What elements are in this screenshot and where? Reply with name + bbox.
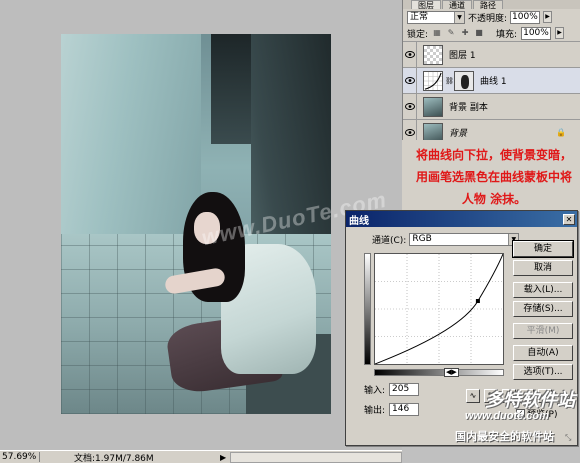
curve-control-point xyxy=(475,299,480,304)
opacity-input[interactable]: 100% xyxy=(510,10,541,24)
output-row: 输出: 146 xyxy=(364,403,420,416)
logo-main-text: 多特软件站 xyxy=(485,390,575,410)
logo-tagline: 国内最安全的软件站 xyxy=(455,430,554,443)
layer-thumbnail xyxy=(423,44,443,65)
instruction-note: 将曲线向下拉，使背景变暗，用画笔选黑色在曲线蒙板中将人物 涂抹。 xyxy=(402,140,580,212)
input-gradient-bar xyxy=(374,369,504,376)
lock-row: 锁定: ▦ ✎ ✚ ■ 填充: 100% ▶ xyxy=(403,25,580,42)
tab-paths[interactable]: 路径 xyxy=(473,0,503,9)
lock-transparent-icon[interactable]: ▦ xyxy=(432,28,442,38)
output-label: 输出: xyxy=(364,406,386,416)
curve-graph-area: ◀▶ xyxy=(364,253,509,378)
input-row: 输入: 205 xyxy=(364,383,420,396)
output-gradient-bar xyxy=(364,253,371,365)
tab-layers[interactable]: 图层 xyxy=(411,0,441,9)
logo-url: www.duote.com xyxy=(465,410,549,422)
layer-row-layer1[interactable]: 图层 1 xyxy=(403,41,580,68)
auto-button[interactable]: 自动(A) xyxy=(513,345,573,361)
padlock-icon: 🔒 xyxy=(556,128,566,137)
input-field[interactable]: 205 xyxy=(389,383,420,396)
input-label: 输入: xyxy=(364,386,386,396)
blend-mode-select[interactable]: 正常 ▼ xyxy=(407,10,465,24)
layer-mask-thumbnail[interactable] xyxy=(454,70,474,91)
blend-mode-value: 正常 xyxy=(410,11,429,22)
curve-graph[interactable] xyxy=(374,253,504,365)
layer-name: 背景 副本 xyxy=(449,103,488,113)
layer-name: 曲线 1 xyxy=(480,77,507,87)
lock-label: 锁定: xyxy=(407,29,429,40)
layer-row-background-copy[interactable]: 背景 副本 xyxy=(403,93,580,120)
mask-link-icon[interactable]: ⛓ xyxy=(445,77,454,85)
curve-svg[interactable] xyxy=(374,253,504,365)
load-button[interactable]: 载入(L)... xyxy=(513,282,573,298)
site-logo: 多特软件站 www.duote.com 国内最安全的软件站 xyxy=(455,380,577,452)
swap-gradient-icon[interactable]: ◀▶ xyxy=(444,368,459,377)
visibility-eye-icon[interactable] xyxy=(403,41,417,68)
document-canvas[interactable]: www.DuoTe.com xyxy=(0,0,402,450)
save-button[interactable]: 存储(S)... xyxy=(513,301,573,317)
lock-all-icon[interactable]: ■ xyxy=(474,28,484,38)
fill-label: 填充: xyxy=(496,29,518,40)
dialog-titlebar[interactable]: 曲线 ✕ xyxy=(346,211,577,227)
blend-row: 正常 ▼ 不透明度: 100% ▶ xyxy=(403,9,580,25)
opacity-label: 不透明度: xyxy=(468,13,508,24)
curves-adjustment-icon xyxy=(423,70,443,91)
channel-label: 通道(C): xyxy=(372,236,407,246)
close-icon[interactable]: ✕ xyxy=(563,213,575,225)
lock-move-icon[interactable]: ✚ xyxy=(460,28,470,38)
ok-button[interactable]: 确定 xyxy=(512,240,574,258)
fill-slider-arrow-icon[interactable]: ▶ xyxy=(555,27,565,39)
horizontal-scrollbar[interactable] xyxy=(230,451,402,463)
layer-row-curves1[interactable]: ⛓ 曲线 1 xyxy=(403,67,580,94)
status-menu-arrow-icon[interactable]: ▶ xyxy=(220,453,226,462)
dialog-title: 曲线 xyxy=(349,215,369,227)
options-button[interactable]: 选项(T)... xyxy=(513,364,573,380)
layers-panel: 图层 通道 路径 正常 ▼ 不透明度: 100% ▶ 锁定: ▦ ✎ ✚ ■ 填… xyxy=(402,0,580,146)
opacity-slider-arrow-icon[interactable]: ▶ xyxy=(543,11,553,23)
smooth-button[interactable]: 平滑(M) xyxy=(513,323,573,339)
layer-name: 图层 1 xyxy=(449,51,476,61)
channel-row: 通道(C): RGB ▼ xyxy=(372,233,520,246)
visibility-eye-icon[interactable] xyxy=(403,93,417,120)
status-bar: 57.69% 文档:1.97M/7.86M ▶ xyxy=(0,450,402,463)
zoom-level[interactable]: 57.69% xyxy=(0,452,40,462)
tab-channels[interactable]: 通道 xyxy=(442,0,472,9)
cancel-button[interactable]: 取消 xyxy=(513,260,573,276)
output-field[interactable]: 146 xyxy=(389,403,420,416)
fill-input[interactable]: 100% xyxy=(521,26,552,40)
photo-alley-far xyxy=(211,34,251,144)
doc-size: 文档:1.97M/7.86M xyxy=(74,453,154,463)
panel-tabs: 图层 通道 路径 xyxy=(403,0,580,9)
lock-brush-icon[interactable]: ✎ xyxy=(446,28,456,38)
chevron-down-icon: ▼ xyxy=(454,11,464,23)
layer-thumbnail xyxy=(423,96,443,117)
channel-value: RGB xyxy=(412,234,432,244)
channel-select[interactable]: RGB ▼ xyxy=(409,233,520,246)
layer-name: 背景 xyxy=(449,129,468,139)
visibility-eye-icon[interactable] xyxy=(403,67,417,94)
